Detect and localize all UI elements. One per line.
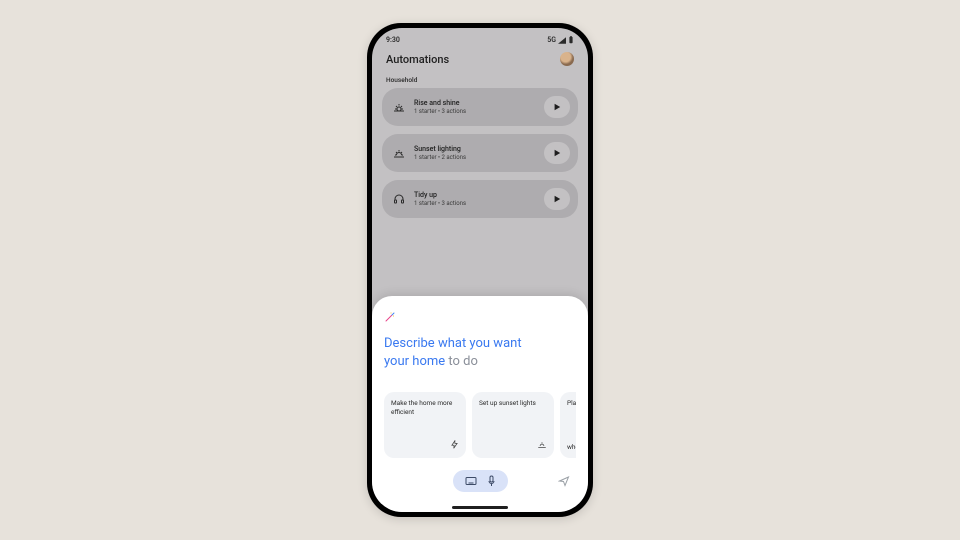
automation-title: Sunset lighting bbox=[414, 145, 536, 153]
create-automation-sheet: Describe what you want your home to do M… bbox=[372, 296, 588, 512]
sunset-icon bbox=[392, 146, 406, 160]
automation-title: Tidy up bbox=[414, 191, 536, 199]
suggestion-text: Set up sunset lights bbox=[479, 399, 547, 407]
send-icon[interactable] bbox=[558, 475, 570, 487]
automation-subtitle: 1 starter • 2 actions bbox=[414, 154, 536, 161]
suggestion-card-efficient[interactable]: Make the home more efficient bbox=[384, 392, 466, 458]
status-bar: 9:30 5G bbox=[372, 28, 588, 46]
automation-text: Tidy up 1 starter • 3 actions bbox=[414, 191, 536, 207]
automation-title: Rise and shine bbox=[414, 99, 536, 107]
automation-list: Rise and shine 1 starter • 3 actions Sun… bbox=[372, 88, 588, 218]
status-right: 5G bbox=[547, 36, 574, 44]
section-label: Household bbox=[372, 70, 588, 88]
prompt-word: home bbox=[412, 354, 448, 369]
prompt-word: your bbox=[384, 354, 412, 369]
input-pill[interactable] bbox=[453, 470, 508, 492]
status-time: 9:30 bbox=[386, 36, 400, 44]
page-header: Automations bbox=[372, 46, 588, 70]
play-button[interactable] bbox=[544, 142, 570, 164]
headphones-icon bbox=[392, 192, 406, 206]
play-icon bbox=[553, 149, 561, 157]
automation-card-tidy-up[interactable]: Tidy up 1 starter • 3 actions bbox=[382, 180, 578, 218]
bolt-icon bbox=[450, 440, 459, 451]
keyboard-icon[interactable] bbox=[465, 476, 477, 486]
prompt-word: to bbox=[448, 354, 463, 369]
automation-text: Sunset lighting 1 starter • 2 actions bbox=[414, 145, 536, 161]
page-title: Automations bbox=[386, 53, 449, 66]
magic-wand-icon bbox=[384, 308, 576, 327]
automation-subtitle: 1 starter • 3 actions bbox=[414, 200, 536, 207]
automation-card-rise-and-shine[interactable]: Rise and shine 1 starter • 3 actions bbox=[382, 88, 578, 126]
sunrise-icon bbox=[392, 100, 406, 114]
prompt-word: what bbox=[438, 336, 469, 351]
prompt-word: do bbox=[463, 354, 478, 369]
mic-icon[interactable] bbox=[487, 475, 496, 487]
play-button[interactable] bbox=[544, 96, 570, 118]
suggestion-text: Make the home more efficient bbox=[391, 399, 459, 416]
suggestion-card-sunset-lights[interactable]: Set up sunset lights bbox=[472, 392, 554, 458]
avatar[interactable] bbox=[560, 52, 574, 66]
automation-text: Rise and shine 1 starter • 3 actions bbox=[414, 99, 536, 115]
sunset-small-icon bbox=[537, 440, 547, 451]
play-button[interactable] bbox=[544, 188, 570, 210]
phone-frame: 9:30 5G Automations Household Rise and s… bbox=[367, 23, 593, 517]
suggestion-text: when bbox=[567, 443, 576, 451]
prompt-text: Describe what you want your home to do bbox=[384, 335, 576, 370]
prompt-word: want bbox=[493, 336, 521, 351]
home-indicator[interactable] bbox=[452, 506, 508, 509]
automation-subtitle: 1 starter • 3 actions bbox=[414, 108, 536, 115]
input-bar bbox=[384, 470, 576, 492]
automation-card-sunset-lighting[interactable]: Sunset lighting 1 starter • 2 actions bbox=[382, 134, 578, 172]
suggestion-row[interactable]: Make the home more efficient Set up suns… bbox=[384, 392, 576, 458]
play-icon bbox=[553, 103, 561, 111]
play-icon bbox=[553, 195, 561, 203]
signal-icon bbox=[558, 37, 566, 44]
battery-icon bbox=[568, 36, 574, 44]
prompt-word: you bbox=[469, 336, 493, 351]
suggestion-card-peek[interactable]: Play when bbox=[560, 392, 576, 458]
prompt-word: Describe bbox=[384, 336, 438, 351]
screen: 9:30 5G Automations Household Rise and s… bbox=[372, 28, 588, 512]
suggestion-text: Play bbox=[567, 399, 576, 407]
network-label: 5G bbox=[547, 36, 556, 44]
